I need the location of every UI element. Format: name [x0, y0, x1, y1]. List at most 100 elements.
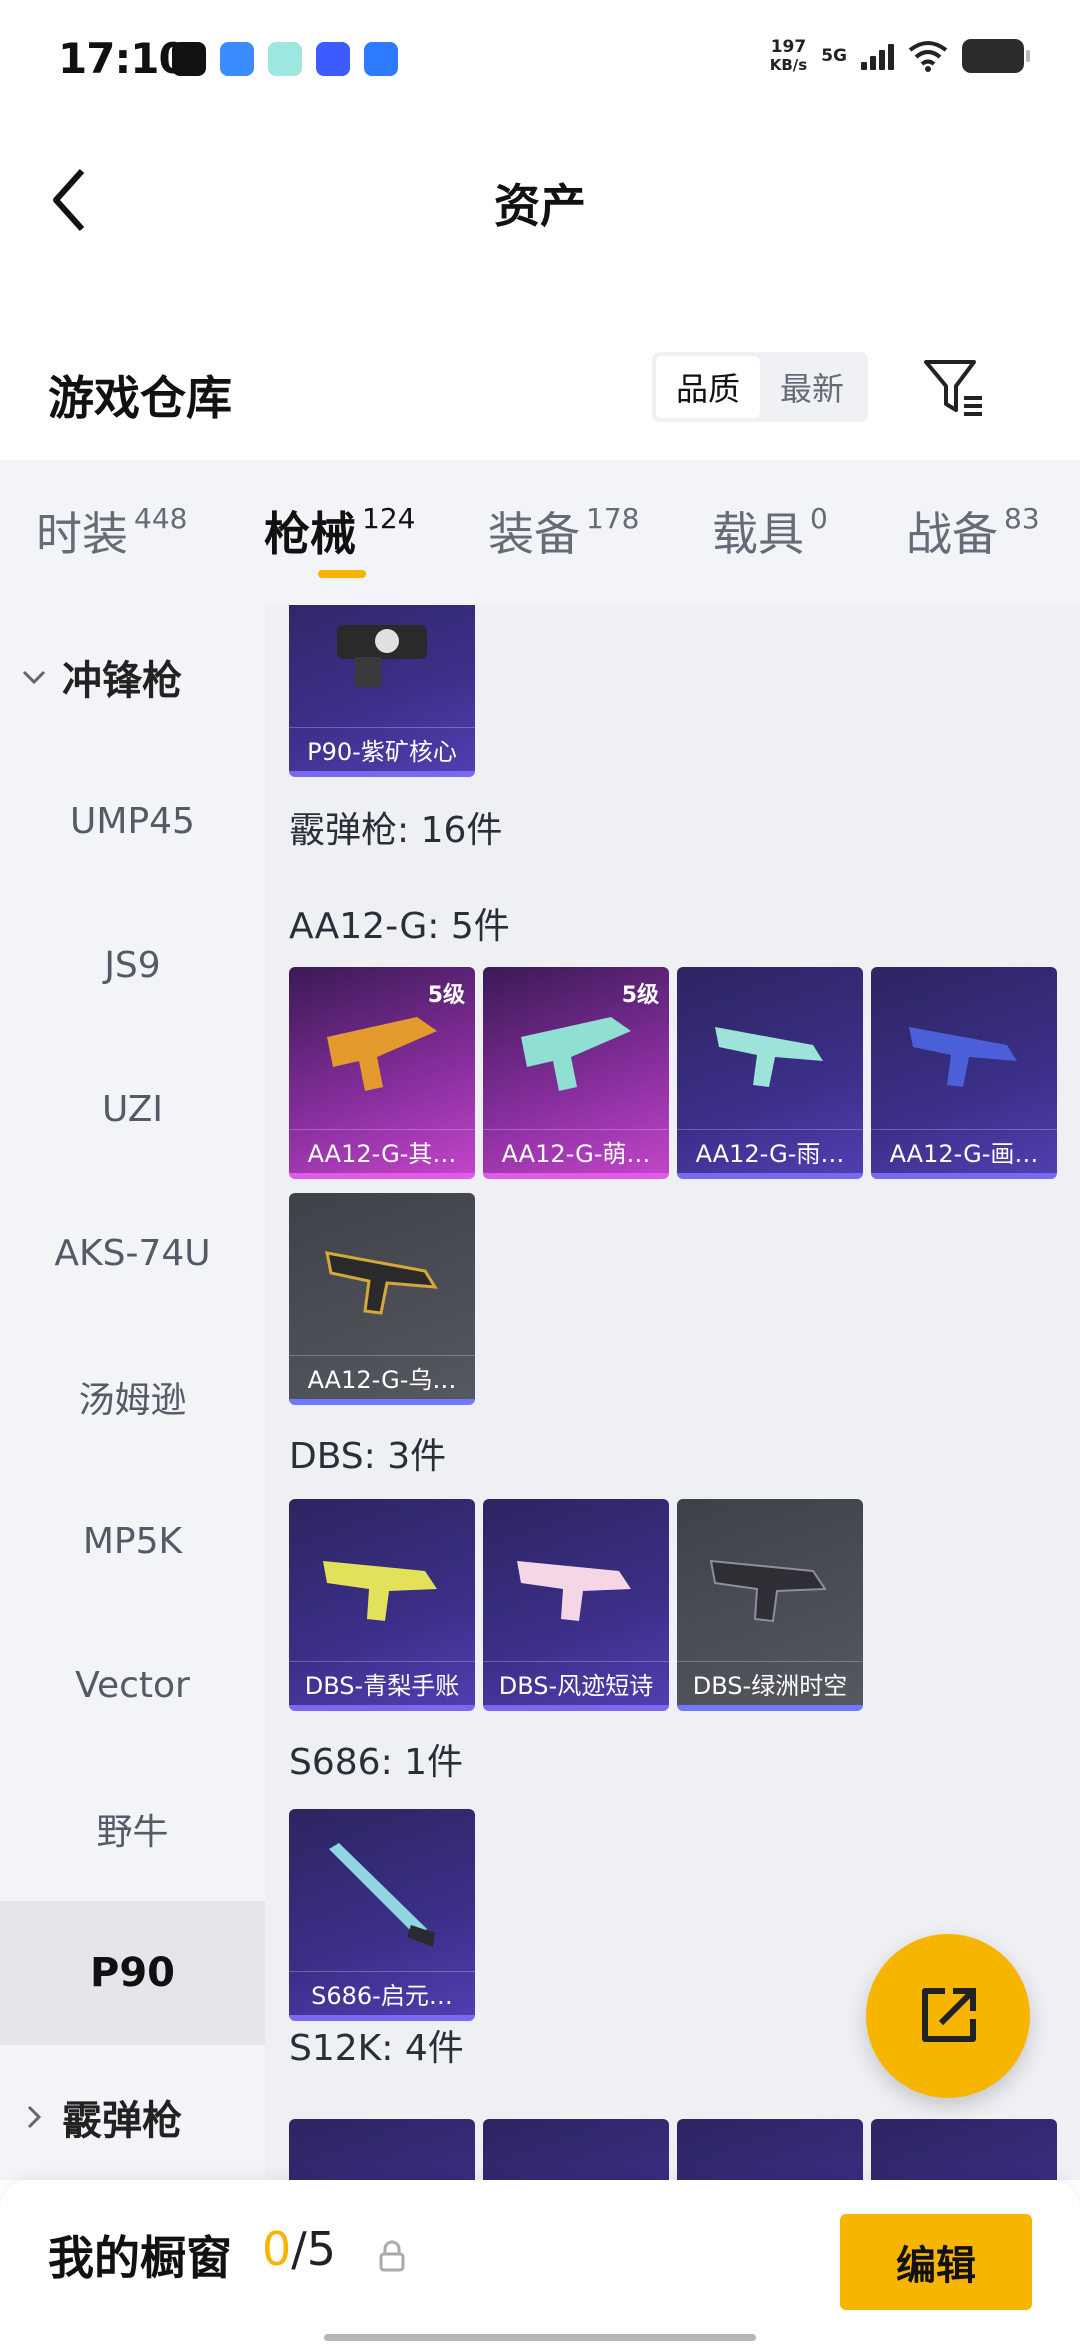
- weapon-card[interactable]: P90-紫矿核心: [289, 605, 475, 777]
- tab-count: 178: [586, 502, 640, 535]
- tab-supplies[interactable]: 战备 83: [906, 498, 1040, 564]
- sidebar-item-p90[interactable]: P90: [0, 1901, 265, 2045]
- message-icon: [268, 42, 302, 76]
- showcase-current: 0: [262, 2222, 292, 2276]
- weapon-image: [329, 1843, 435, 1947]
- sort-newest[interactable]: 最新: [760, 356, 864, 418]
- sidebar-group-label: 冲锋枪: [62, 658, 182, 704]
- weapon-card[interactable]: [871, 2119, 1057, 2180]
- filter-icon: [924, 360, 982, 416]
- weapon-image: [337, 625, 427, 687]
- weapon-card[interactable]: S686-启元…: [289, 1809, 475, 2021]
- tiktok-icon: [172, 42, 206, 76]
- weapon-card[interactable]: DBS-风迹短诗: [483, 1499, 669, 1711]
- showcase-bar: 我的橱窗 0/5 编辑: [0, 2180, 1080, 2344]
- weapon-card-name: AA12-G-其…: [289, 1129, 475, 1173]
- showcase-count: 0/5: [262, 2222, 336, 2276]
- weapon-card-name: DBS-风迹短诗: [483, 1661, 669, 1705]
- weapon-card[interactable]: DBS-青梨手账: [289, 1499, 475, 1711]
- weapon-card[interactable]: 5级 AA12-G-萌…: [483, 967, 669, 1179]
- tab-label: 载具: [712, 507, 804, 561]
- category-tabs: 时装 448 枪械 124 装备 178 载具 0 战备 83: [0, 460, 1080, 605]
- chevron-down-icon: [20, 663, 48, 691]
- sidebar-item-mp5k[interactable]: MP5K: [0, 1469, 265, 1613]
- weapon-card[interactable]: DBS-绿洲时空: [677, 1499, 863, 1711]
- weapon-sidebar: 冲锋枪 UMP45 JS9 UZI AKS-74U 汤姆逊 MP5K Vecto…: [0, 605, 265, 2180]
- weapon-card[interactable]: AA12-G-乌…: [289, 1193, 475, 1405]
- weapon-image: [715, 1027, 823, 1087]
- sort-toggle: 品质 最新: [652, 352, 868, 422]
- sidebar-group-shotgun[interactable]: 霰弹枪: [0, 2045, 265, 2189]
- tab-label: 装备: [488, 507, 580, 561]
- tab-label: 战备: [906, 507, 998, 561]
- weapon-card-name: AA12-G-画…: [871, 1129, 1057, 1173]
- share-button[interactable]: [866, 1934, 1030, 2098]
- warehouse-row: 游戏仓库 品质 最新: [0, 340, 1080, 460]
- sort-quality[interactable]: 品质: [656, 356, 760, 418]
- showcase-label: 我的橱窗: [48, 2231, 232, 2285]
- weapon-card-name: AA12-G-萌…: [483, 1129, 669, 1173]
- app-notification-icon: [220, 42, 254, 76]
- wifi-icon: [908, 41, 948, 72]
- tab-count: 83: [1004, 502, 1040, 535]
- battery-icon: [962, 39, 1030, 73]
- weapon-group-label: S12K: 4件: [289, 2028, 464, 2069]
- weapon-card-name: DBS-青梨手账: [289, 1661, 475, 1705]
- tab-count: 0: [810, 502, 828, 535]
- warehouse-title: 游戏仓库: [48, 371, 232, 425]
- tab-label: 时装: [36, 507, 128, 561]
- tab-vehicles[interactable]: 载具 0: [712, 498, 828, 564]
- weapon-image: [325, 1251, 438, 1315]
- sidebar-item-bizon[interactable]: 野牛: [0, 1757, 265, 1901]
- sidebar-item-uzi[interactable]: UZI: [0, 1037, 265, 1181]
- sidebar-item-ump45[interactable]: UMP45: [0, 749, 265, 893]
- browser-icon: [364, 42, 398, 76]
- weapon-card[interactable]: AA12-G-雨…: [677, 967, 863, 1179]
- tab-fashion[interactable]: 时装 448: [36, 498, 187, 564]
- sidebar-item-thompson[interactable]: 汤姆逊: [0, 1325, 265, 1469]
- filter-button[interactable]: [920, 354, 990, 424]
- weapon-image: [709, 1559, 827, 1623]
- weapon-image: [517, 1561, 631, 1621]
- weapon-card-name: AA12-G-乌…: [289, 1355, 475, 1399]
- notification-icons: [172, 42, 398, 76]
- weapon-card[interactable]: [677, 2119, 863, 2180]
- weapon-group-label: DBS: 3件: [289, 1436, 447, 1477]
- tab-equipment[interactable]: 装备 178: [488, 498, 639, 564]
- tab-count: 448: [134, 502, 188, 535]
- home-indicator[interactable]: [324, 2334, 756, 2341]
- weapon-group-label: S686: 1件: [289, 1742, 464, 1783]
- tab-indicator: [318, 570, 366, 578]
- network-type: 5G: [821, 46, 847, 66]
- share-icon: [922, 1988, 976, 2042]
- weapon-card[interactable]: [289, 2119, 475, 2180]
- tab-count: 124: [362, 502, 416, 535]
- lock-icon: [379, 2240, 405, 2272]
- weapon-image: [909, 1027, 1017, 1087]
- status-time: 17:10: [58, 34, 188, 83]
- edit-button[interactable]: 编辑: [840, 2214, 1032, 2310]
- page-title: 资产: [494, 179, 586, 233]
- sidebar-group-smg[interactable]: 冲锋枪: [0, 605, 265, 749]
- sidebar-item-vector[interactable]: Vector: [0, 1613, 265, 1757]
- weapon-card[interactable]: [483, 2119, 669, 2180]
- tab-guns[interactable]: 枪械 124: [264, 498, 415, 564]
- weapon-card-name: AA12-G-雨…: [677, 1129, 863, 1173]
- showcase-total: /5: [291, 2222, 337, 2276]
- status-bar: 17:10 197 KB/s 5G: [0, 0, 1080, 120]
- nav-header: 资产: [0, 140, 1080, 260]
- tab-label: 枪械: [264, 507, 356, 561]
- weapon-image: [327, 1017, 437, 1091]
- system-indicators: 197 KB/s 5G: [770, 38, 1030, 74]
- vivo-icon: [316, 42, 350, 76]
- sidebar-item-js9[interactable]: JS9: [0, 893, 265, 1037]
- weapon-card-name: P90-紫矿核心: [289, 727, 475, 771]
- weapon-card[interactable]: 5级 AA12-G-其…: [289, 967, 475, 1179]
- chevron-right-icon: [20, 2103, 48, 2131]
- weapon-group-label: AA12-G: 5件: [289, 906, 510, 947]
- category-label: 霰弹枪: 16件: [289, 810, 503, 851]
- weapon-card[interactable]: AA12-G-画…: [871, 967, 1057, 1179]
- weapon-image: [323, 1561, 437, 1621]
- sidebar-item-aks74u[interactable]: AKS-74U: [0, 1181, 265, 1325]
- sidebar-group-label: 霰弹枪: [62, 2098, 182, 2144]
